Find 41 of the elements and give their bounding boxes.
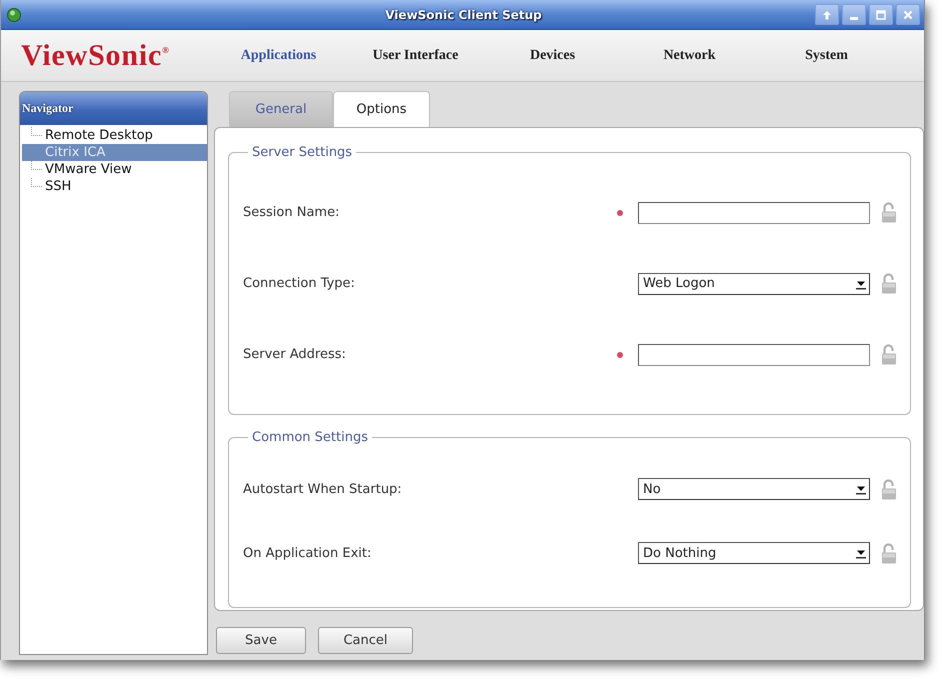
dropdown[interactable]: Do Nothing [638,542,870,564]
menu-item[interactable]: Network [660,46,719,66]
input-field[interactable] [638,202,870,224]
maximize-button[interactable] [869,4,893,25]
dropdown[interactable]: Web Logon [638,272,870,294]
menu-item[interactable]: User Interface [370,46,462,66]
logo: ViewSonic$^{®}$ [21,38,170,72]
padlock-icon [881,344,897,365]
input-field[interactable] [638,344,870,366]
dialog-button[interactable]: Save [216,627,306,654]
navigator-header: Navigator [20,92,207,125]
up-button[interactable] [815,4,839,25]
minimize-button[interactable] [842,4,866,25]
menu-item[interactable]: System [802,46,851,66]
section-title: Common Settings [251,430,370,445]
dropdown[interactable]: No [638,478,870,500]
menu-item[interactable]: Applications [238,46,320,66]
close-button[interactable] [896,4,920,25]
close-icon [903,10,913,20]
field-label: On Application Exit: [243,546,372,560]
minimize-icon [850,16,858,20]
field-label: Connection Type: [243,276,356,291]
tab[interactable]: General [229,91,333,127]
field-label: Autostart When Startup: [243,482,403,496]
tree-item[interactable]: SSH [22,178,207,195]
up-arrow-icon [822,10,832,20]
field-label: Server Address: [243,347,347,362]
padlock-icon [881,542,897,564]
padlock-icon [881,202,897,223]
section-title: Server Settings [251,145,354,160]
tree-item[interactable]: VMware View [22,161,207,178]
window-title: ViewSonic Client Setup [385,8,542,22]
app-icon [7,8,21,22]
menu-item[interactable]: Devices [526,46,578,66]
tab[interactable]: Options [333,91,430,127]
padlock-icon [881,273,897,294]
padlock-icon [881,478,897,500]
tree-item[interactable]: Remote Desktop [22,127,207,144]
field-label: Session Name: [243,205,340,220]
dialog-button[interactable]: Cancel [318,627,413,654]
maximize-icon [876,10,886,20]
